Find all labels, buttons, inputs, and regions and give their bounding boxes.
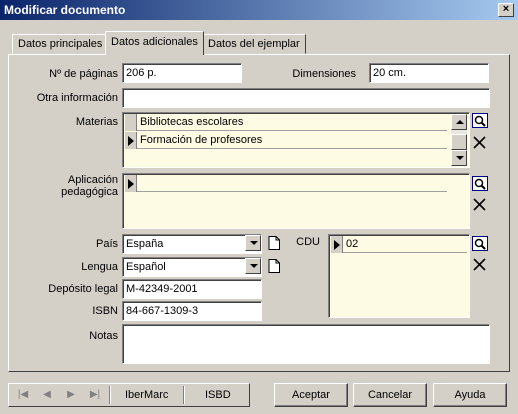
current-row-arrow-icon: [128, 179, 134, 189]
isbn-label: ISBN: [92, 305, 118, 317]
pais-dropdown-button[interactable]: [245, 235, 261, 251]
delete-icon[interactable]: [473, 198, 486, 211]
scroll-up-button[interactable]: [451, 114, 467, 130]
current-row-arrow-icon: [128, 136, 134, 146]
aplicacion-grid[interactable]: [122, 173, 470, 229]
deposito-label: Depósito legal: [48, 283, 118, 295]
delete-icon[interactable]: [473, 258, 486, 271]
pais-value: España: [126, 238, 164, 250]
record-navigator: |◀ ◀ ▶ ▶| IberMarc ISBD: [8, 383, 250, 407]
next-record-button[interactable]: ▶: [61, 386, 81, 404]
materias-grid[interactable]: Bibliotecas escolares Formación de profe…: [122, 112, 470, 168]
grid-row[interactable]: 02: [331, 236, 467, 253]
notas-label: Notas: [89, 330, 118, 342]
isbn-field[interactable]: 84-667-1309-3: [122, 301, 262, 321]
otra-info-label: Otra información: [36, 92, 118, 104]
cdu-label: CDU: [296, 236, 320, 248]
scroll-down-button[interactable]: [451, 150, 467, 166]
grid-row[interactable]: Formación de profesores: [125, 132, 447, 149]
arrow-up-icon: [456, 120, 464, 124]
row-indicator: [125, 132, 137, 149]
cdu-item: 02: [346, 238, 359, 250]
search-icon[interactable]: [472, 113, 488, 128]
notas-field[interactable]: [122, 324, 490, 364]
grid-row[interactable]: Bibliotecas escolares: [125, 114, 447, 131]
search-icon[interactable]: [472, 236, 488, 251]
delete-icon[interactable]: [473, 136, 486, 149]
tab-datos-principales[interactable]: Datos principales: [12, 34, 109, 54]
materia-item: Bibliotecas escolares: [140, 116, 244, 128]
ayuda-button[interactable]: Ayuda: [433, 383, 507, 407]
separator: [109, 386, 111, 404]
search-icon[interactable]: [472, 176, 488, 191]
paginas-label: Nº de páginas: [49, 68, 118, 80]
pais-label: País: [95, 238, 118, 250]
materias-label: Materias: [75, 116, 118, 128]
lengua-select[interactable]: Español: [122, 257, 262, 277]
row-indicator: [331, 236, 343, 253]
title-bar: Modificar documento ×: [0, 0, 518, 20]
window-title: Modificar documento: [4, 3, 126, 17]
materia-item: Formación de profesores: [140, 134, 263, 146]
arrow-down-icon: [456, 156, 464, 160]
separator: [183, 386, 185, 404]
otra-info-field[interactable]: [122, 88, 490, 108]
aplicacion-label-line2: pedagógica: [61, 186, 118, 198]
first-record-button[interactable]: |◀: [13, 386, 33, 404]
scroll-thumb[interactable]: [451, 134, 467, 150]
chevron-down-icon: [250, 241, 258, 245]
close-button[interactable]: ×: [498, 3, 514, 17]
aplicacion-label-line1: Aplicación: [67, 174, 118, 186]
row-indicator: [125, 114, 137, 131]
chevron-down-icon: [250, 264, 258, 268]
lengua-value: Español: [126, 261, 166, 273]
current-row-arrow-icon: [334, 240, 340, 250]
lengua-label: Lengua: [81, 261, 118, 273]
dimensiones-label: Dimensiones: [292, 68, 356, 80]
cdu-grid[interactable]: 02: [328, 234, 470, 318]
cancelar-button[interactable]: Cancelar: [353, 383, 427, 407]
row-indicator: [125, 175, 137, 192]
isbd-button[interactable]: ISBD: [205, 389, 231, 401]
pais-select[interactable]: España: [122, 234, 262, 254]
deposito-field[interactable]: M-42349-2001: [122, 279, 262, 299]
aceptar-button[interactable]: Aceptar: [274, 383, 348, 407]
tab-datos-ejemplar[interactable]: Datos del ejemplar: [202, 34, 306, 54]
last-record-button[interactable]: ▶|: [85, 386, 105, 404]
lengua-dropdown-button[interactable]: [245, 258, 261, 274]
new-document-icon[interactable]: [268, 259, 280, 273]
paginas-field[interactable]: 206 p.: [122, 63, 242, 83]
ibermarc-button[interactable]: IberMarc: [125, 389, 168, 401]
prev-record-button[interactable]: ◀: [37, 386, 57, 404]
grid-row[interactable]: [125, 175, 447, 192]
tab-datos-adicionales[interactable]: Datos adicionales: [105, 31, 204, 55]
dimensiones-field[interactable]: 20 cm.: [369, 63, 489, 83]
new-document-icon[interactable]: [268, 236, 280, 250]
